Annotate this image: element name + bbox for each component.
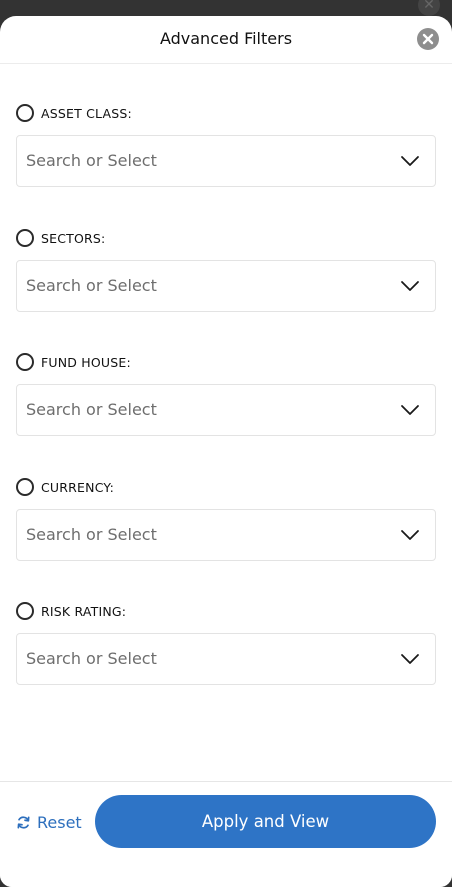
asset-class-checkbox[interactable]	[16, 104, 34, 122]
close-icon	[422, 33, 434, 45]
fund-house-checkbox[interactable]	[16, 353, 34, 371]
chevron-down-icon	[401, 654, 419, 664]
modal-header: Advanced Filters	[0, 16, 452, 64]
sectors-placeholder: Search or Select	[26, 276, 157, 295]
chevron-down-icon	[401, 405, 419, 415]
chevron-down-icon	[401, 156, 419, 166]
currency-checkbox[interactable]	[16, 478, 34, 496]
modal-footer: Reset Apply and View	[0, 781, 452, 887]
close-button[interactable]	[417, 28, 439, 50]
currency-label: CURRENCY:	[41, 479, 114, 495]
refresh-icon	[17, 815, 30, 829]
fund-house-placeholder: Search or Select	[26, 400, 157, 419]
chevron-down-icon	[401, 530, 419, 540]
advanced-filters-modal: Advanced Filters ASSET CLASS: Search or …	[0, 16, 452, 887]
filter-label-row: RISK RATING:	[16, 600, 126, 622]
filter-risk-rating: RISK RATING: Search or Select	[16, 600, 436, 700]
asset-class-placeholder: Search or Select	[26, 151, 157, 170]
background-close-icon: ✕	[418, 0, 440, 16]
reset-button[interactable]: Reset	[16, 810, 82, 834]
risk-rating-placeholder: Search or Select	[26, 649, 157, 668]
filter-label-row: FUND HOUSE:	[16, 351, 131, 373]
risk-rating-checkbox[interactable]	[16, 602, 34, 620]
fund-house-label: FUND HOUSE:	[41, 354, 131, 370]
risk-rating-select[interactable]: Search or Select	[16, 633, 436, 685]
currency-placeholder: Search or Select	[26, 525, 157, 544]
modal-title: Advanced Filters	[159, 29, 293, 48]
filter-label-row: SECTORS:	[16, 227, 105, 249]
apply-and-view-button[interactable]: Apply and View	[95, 795, 436, 848]
currency-select[interactable]: Search or Select	[16, 509, 436, 561]
sectors-select[interactable]: Search or Select	[16, 260, 436, 312]
filter-label-row: ASSET CLASS:	[16, 102, 132, 124]
filter-label-row: CURRENCY:	[16, 476, 114, 498]
fund-house-select[interactable]: Search or Select	[16, 384, 436, 436]
risk-rating-label: RISK RATING:	[41, 603, 127, 619]
filter-asset-class: ASSET CLASS: Search or Select	[16, 102, 436, 202]
asset-class-select[interactable]: Search or Select	[16, 135, 436, 187]
asset-class-label: ASSET CLASS:	[41, 105, 132, 121]
chevron-down-icon	[401, 281, 419, 291]
filter-currency: CURRENCY: Search or Select	[16, 476, 436, 576]
sectors-checkbox[interactable]	[16, 229, 34, 247]
reset-label: Reset	[37, 812, 82, 832]
sectors-label: SECTORS:	[41, 230, 106, 246]
filter-fund-house: FUND HOUSE: Search or Select	[16, 351, 436, 451]
filter-sectors: SECTORS: Search or Select	[16, 227, 436, 327]
